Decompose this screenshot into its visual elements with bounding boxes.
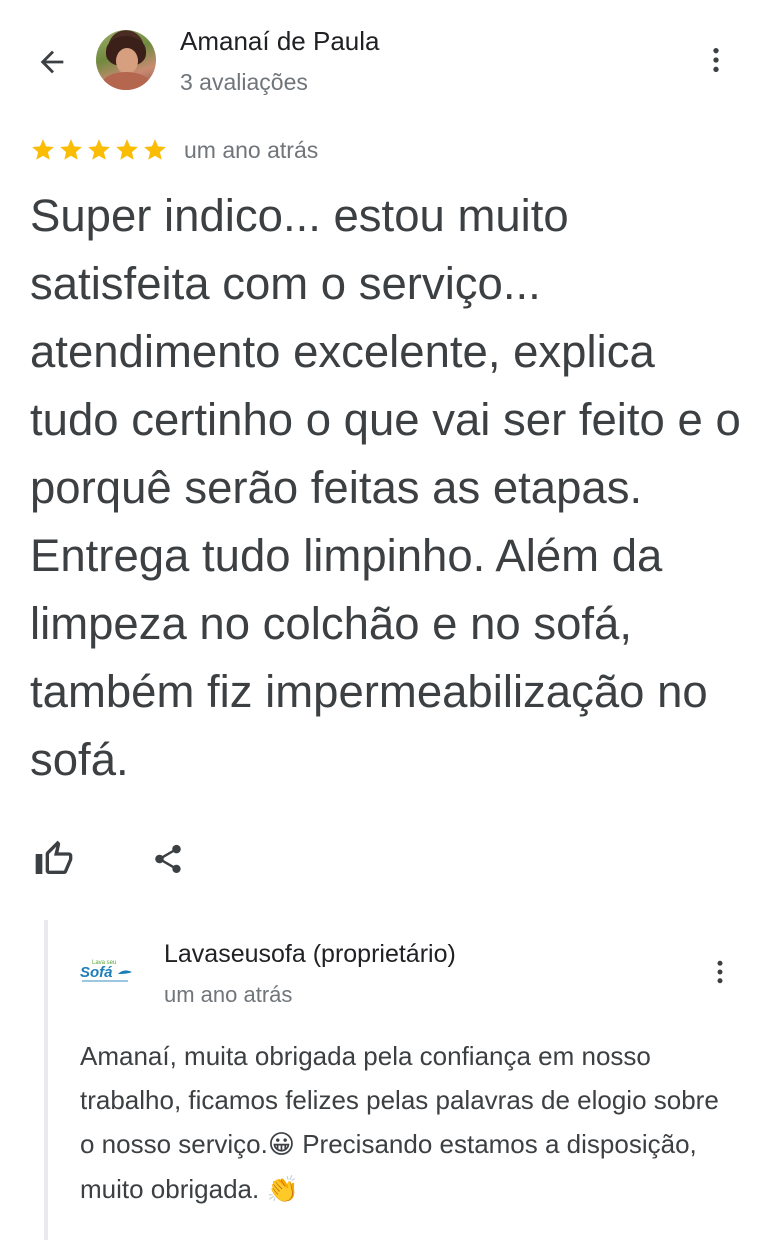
review-header: Amanaí de Paula 3 avaliações xyxy=(0,0,768,110)
more-options-button[interactable] xyxy=(696,40,736,80)
star-rating xyxy=(30,137,168,163)
owner-reply: Lava seu Sofá Lavaseusofa (proprietário)… xyxy=(44,920,768,1240)
reviewer-name[interactable]: Amanaí de Paula xyxy=(180,26,379,57)
owner-name[interactable]: Lavaseusofa (proprietário) xyxy=(164,940,456,969)
owner-more-options-button[interactable] xyxy=(700,952,740,992)
grinning-face-emoji: 😀 xyxy=(267,1130,295,1160)
more-vert-icon xyxy=(713,48,719,72)
thumb-up-icon xyxy=(35,840,73,874)
more-vert-icon xyxy=(717,960,723,984)
reviewer-review-count: 3 avaliações xyxy=(180,69,308,95)
owner-reply-date: um ano atrás xyxy=(164,982,293,1007)
star-icon xyxy=(58,137,84,163)
review-actions xyxy=(30,834,192,884)
star-icon xyxy=(86,137,112,163)
owner-logo[interactable]: Lava seu Sofá xyxy=(78,956,140,984)
reviewer-avatar[interactable] xyxy=(96,30,156,90)
share-button[interactable] xyxy=(144,835,192,883)
like-button[interactable] xyxy=(30,835,78,883)
share-icon xyxy=(155,844,181,874)
star-icon xyxy=(142,137,168,163)
owner-reply-text: Amanaí, muita obrigada pela confiança em… xyxy=(80,1034,740,1212)
star-icon xyxy=(30,137,56,163)
review-text: Super indico... estou muito satisfeita c… xyxy=(30,190,741,785)
arrow-left-icon xyxy=(40,50,64,74)
owner-logo-text: Sofá xyxy=(80,964,113,981)
back-button[interactable] xyxy=(30,40,74,84)
rating-row: um ano atrás xyxy=(30,130,318,170)
star-icon xyxy=(114,137,140,163)
review-date: um ano atrás xyxy=(184,136,319,163)
clapping-hands-emoji: 👏 xyxy=(266,1175,299,1205)
